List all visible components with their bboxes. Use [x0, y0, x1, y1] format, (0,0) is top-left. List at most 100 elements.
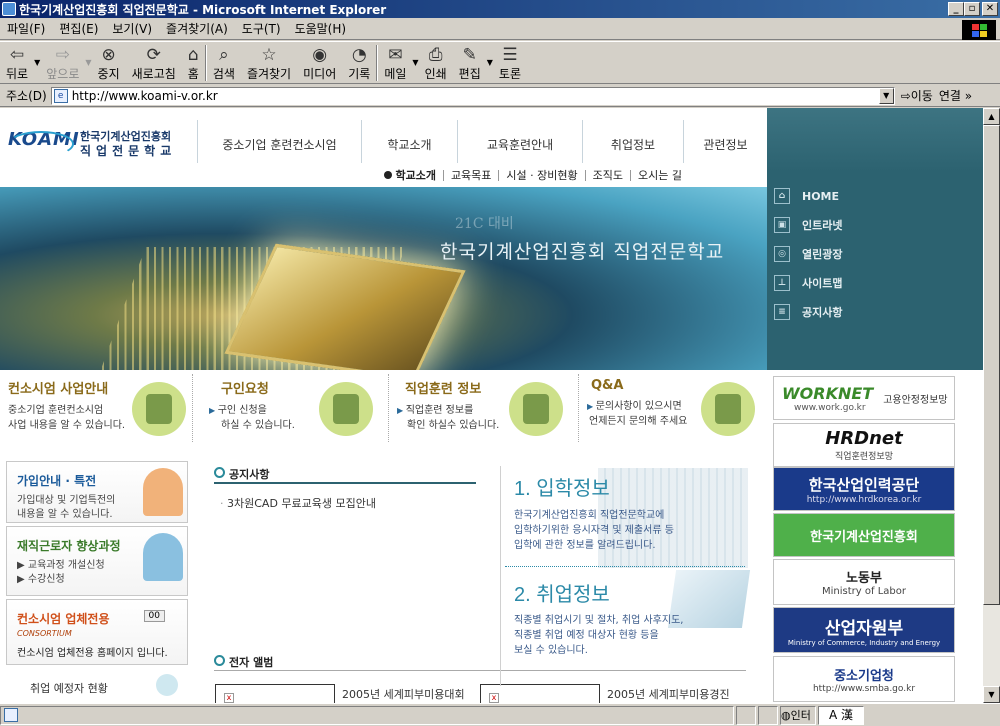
- employment-line: 직종별 취업 예정 대상자 현황 등을: [514, 630, 659, 641]
- scroll-thumb[interactable]: [983, 125, 1000, 605]
- subnav-org-chart[interactable]: 조직도: [584, 169, 630, 181]
- close-button[interactable]: ✕: [982, 2, 998, 16]
- quick-open-square[interactable]: ◎ 열린광장: [774, 246, 842, 262]
- quick-notice[interactable]: ≡ 공지사항: [774, 304, 842, 320]
- album-title: 전자 앨범: [214, 654, 273, 670]
- maximize-button[interactable]: ▫: [964, 2, 980, 16]
- nav-related[interactable]: 관련정보: [683, 120, 767, 168]
- web-page: KOAMI 한국기계산업진흥회 직업전문학교 중소기업 훈련컨소시엄 학교소개 …: [0, 108, 983, 703]
- album-underline: [214, 670, 746, 671]
- question-person-icon: [701, 382, 755, 436]
- quick-menu-panel: [767, 108, 983, 370]
- left-consortium-only[interactable]: 컨소시엄 업체전용 CONSORTIUM 컨소시엄 업체전용 홈페이지 입니다.…: [6, 599, 188, 665]
- forward-button[interactable]: ⇨ 앞으로: [40, 42, 85, 82]
- refresh-icon: ⟳: [146, 45, 161, 65]
- menu-edit[interactable]: 편집(E): [52, 20, 105, 37]
- menu-favorites[interactable]: 즐겨찾기(A): [159, 20, 235, 37]
- page-icon: e: [53, 88, 68, 103]
- admission-line: 입학에 관한 정보를 알려드립니다.: [514, 540, 656, 551]
- album-thumb[interactable]: x: [480, 684, 600, 703]
- address-input[interactable]: e http://www.koami-v.or.kr ▼: [50, 86, 895, 105]
- banner-ministry-labor[interactable]: 노동부 Ministry of Labor: [773, 559, 955, 605]
- album-caption[interactable]: 2005년 세계피부미용경진: [607, 686, 730, 702]
- admission-heading[interactable]: 1. 입학정보: [514, 472, 610, 501]
- mail-icon: ✉: [388, 45, 403, 65]
- nav-consortium[interactable]: 중소기업 훈련컨소시엄: [197, 120, 361, 168]
- history-icon: ◔: [351, 45, 367, 65]
- address-dropdown-icon[interactable]: ▼: [878, 87, 894, 104]
- subnav-directions[interactable]: 오시는 길: [630, 169, 689, 181]
- banner-mocie[interactable]: 산업자원부 Ministry of Commerce, Industry and…: [773, 607, 955, 653]
- scroll-down-icon[interactable]: ▼: [983, 686, 1000, 703]
- stop-icon: ⊗: [101, 45, 116, 65]
- badge: 00: [143, 610, 165, 622]
- nav-training[interactable]: 교육훈련안내: [457, 120, 582, 168]
- discuss-button[interactable]: ☰ 토론: [493, 42, 527, 82]
- history-button[interactable]: ◔ 기록: [342, 42, 376, 82]
- menu-view[interactable]: 보기(V): [105, 20, 159, 37]
- service-training-info[interactable]: 직업훈련 정보 직업훈련 정보를 확인 하실수 있습니다.: [389, 374, 579, 442]
- woman-figure-icon: [143, 468, 183, 516]
- nav-school-intro[interactable]: 학교소개: [361, 120, 457, 168]
- ime-indicator[interactable]: A 漢: [818, 705, 864, 725]
- page-icon: [4, 708, 18, 722]
- quick-home[interactable]: ⌂ HOME: [774, 188, 839, 204]
- left-upgrade-course[interactable]: 재직근로자 향상과정 ▶ 교육과정 개설신청 ▶ 수강신청: [6, 526, 188, 596]
- employment-line: 직종별 취업시기 및 절차, 취업 사후지도,: [514, 615, 684, 626]
- menu-bar: 파일(F) 편집(E) 보기(V) 즐겨찾기(A) 도구(T) 도움말(H): [0, 18, 1000, 40]
- quick-sitemap[interactable]: ⊥ 사이트맵: [774, 275, 842, 291]
- subnav-goals[interactable]: 교육목표: [442, 169, 498, 181]
- service-qna[interactable]: Q&A 문의사항이 있으시면 언제든지 문의해 주세요: [579, 374, 767, 442]
- nav-employment[interactable]: 취업정보: [582, 120, 683, 168]
- media-button[interactable]: ◉ 미디어: [297, 42, 342, 82]
- menu-file[interactable]: 파일(F): [0, 20, 52, 37]
- section-divider: [500, 466, 501, 686]
- favorites-button[interactable]: ☆ 즐겨찾기: [241, 42, 297, 82]
- arrow-icon: ▶: [17, 574, 28, 585]
- left-join-info[interactable]: 가입안내 · 특전 가입대상 및 기업특전의 내용을 알 수 있습니다.: [6, 461, 188, 523]
- banner-hrdkorea[interactable]: 한국산업인력공단 http://www.hrdkorea.or.kr: [773, 467, 955, 511]
- banner-koami[interactable]: 한국기계산업진흥회: [773, 513, 955, 557]
- vertical-scrollbar[interactable]: ▲ ▼: [983, 108, 1000, 703]
- notice-title: 공지사항: [214, 466, 269, 482]
- employment-heading[interactable]: 2. 취업정보: [514, 578, 610, 607]
- home-icon: ⌂: [774, 188, 790, 204]
- scroll-up-icon[interactable]: ▲: [983, 108, 1000, 125]
- window-title: 한국기계산업진흥회 직업전문학교 - Microsoft Internet Ex…: [19, 2, 387, 17]
- employment-status-link[interactable]: 취업 예정자 현황: [30, 680, 108, 696]
- zone-indicator: ◍인터: [780, 705, 816, 725]
- document-search-icon: [132, 382, 186, 436]
- back-button[interactable]: ⇦ 뒤로: [0, 42, 34, 82]
- go-button[interactable]: ⇨이동: [895, 87, 939, 104]
- links-button[interactable]: 연결 »: [939, 87, 972, 104]
- status-cell: [736, 705, 756, 725]
- discuss-icon: ☰: [502, 45, 518, 65]
- subnav-school-intro[interactable]: 학교소개: [377, 170, 442, 181]
- album-thumb[interactable]: x: [215, 684, 335, 703]
- print-button[interactable]: ⎙ 인쇄: [419, 42, 453, 82]
- banner-smba[interactable]: 중소기업청 http://www.smba.go.kr: [773, 656, 955, 702]
- menu-tools[interactable]: 도구(T): [235, 20, 288, 37]
- home-button[interactable]: ⌂ 홈: [182, 42, 205, 82]
- banner-hrdnet[interactable]: HRDnet 직업훈련정보망: [773, 423, 955, 467]
- hero-small-text: 21C 대비: [455, 216, 514, 232]
- subnav-facilities[interactable]: 시설 · 장비현황: [498, 169, 584, 181]
- notice-underline: [214, 482, 476, 484]
- stop-button[interactable]: ⊗ 중지: [92, 42, 126, 82]
- service-recruit[interactable]: 구인요청 구인 신청을 하실 수 있습니다.: [193, 374, 389, 442]
- edit-button[interactable]: ✎ 편집: [453, 42, 487, 82]
- album-caption[interactable]: 2005년 세계피부미용대회: [342, 686, 465, 702]
- service-consortium[interactable]: 컨소시엄 사업안내 중소기업 훈련컨소시엄 사업 내용을 알 수 있습니다.: [0, 374, 193, 442]
- menu-help[interactable]: 도움말(H): [288, 20, 354, 37]
- koami-logo-icon: KOAMI: [8, 129, 79, 159]
- banner-worknet[interactable]: WORKNET www.work.go.kr 고용안정정보망: [773, 376, 955, 420]
- quick-intranet[interactable]: ▣ 인트라넷: [774, 217, 842, 233]
- refresh-button[interactable]: ⟳ 새로고침: [126, 42, 182, 82]
- admission-line: 입학하기위한 응시자격 및 제출서류 등: [514, 525, 674, 536]
- standard-toolbar: ⇦ 뒤로 ▼ ⇨ 앞으로 ▼ ⊗ 중지 ⟳ 새로고침 ⌂ 홈 ⌕ 검색 ☆ 즐겨찾기 ◉ 미디어…: [0, 41, 1000, 84]
- search-button[interactable]: ⌕ 검색: [207, 42, 241, 82]
- mail-button[interactable]: ✉ 메일: [378, 42, 412, 82]
- broken-image-icon: x: [489, 693, 499, 703]
- notice-item[interactable]: · 3차원CAD 무료교육생 모집안내: [220, 495, 376, 511]
- minimize-button[interactable]: _: [948, 2, 964, 16]
